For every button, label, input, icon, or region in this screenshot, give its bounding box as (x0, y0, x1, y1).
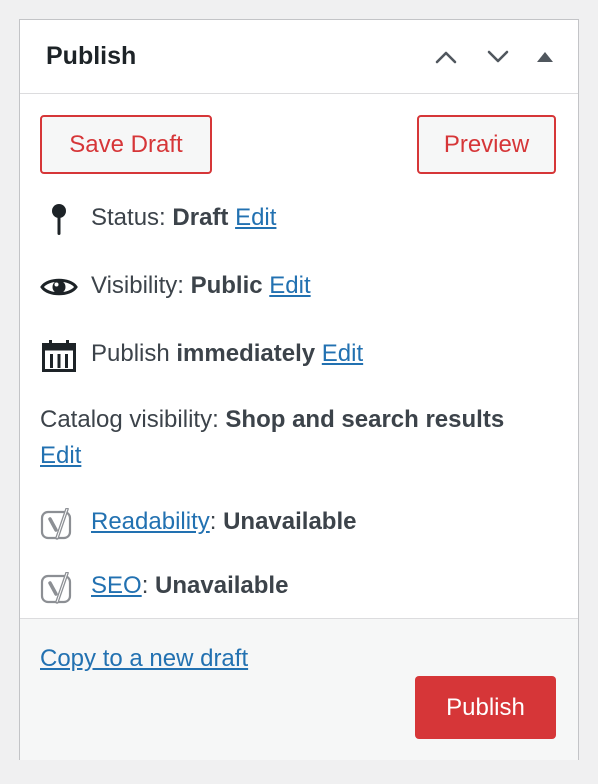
pin-icon (40, 204, 78, 236)
visibility-label: Visibility: (91, 272, 184, 299)
seo-link[interactable]: SEO (91, 572, 142, 599)
preview-button[interactable]: Preview (417, 115, 556, 174)
readability-value: Unavailable (223, 508, 357, 535)
catalog-value: Shop and search results (225, 406, 505, 433)
panel-title: Publish (46, 42, 137, 70)
schedule-value: immediately (176, 340, 316, 367)
schedule-edit-link[interactable]: Edit (322, 340, 363, 367)
chevron-down-icon (487, 50, 509, 63)
publish-footer: Copy to a new draft Publish (20, 618, 578, 760)
copy-to-new-draft-link[interactable]: Copy to a new draft (40, 645, 248, 673)
yoast-icon (40, 572, 76, 604)
status-label: Status: (91, 204, 166, 231)
move-up-button[interactable] (429, 40, 463, 74)
schedule-label: Publish (91, 340, 170, 367)
catalog-edit-link[interactable]: Edit (40, 442, 81, 469)
publish-button[interactable]: Publish (415, 676, 556, 739)
save-draft-button[interactable]: Save Draft (40, 115, 212, 174)
chevron-up-icon (435, 51, 457, 64)
catalog-label: Catalog visibility: (40, 406, 219, 433)
readability-link[interactable]: Readability (91, 508, 210, 535)
publish-panel: Publish Save Draft Preview Status: Draft… (19, 19, 579, 760)
catalog-visibility-row: Catalog visibility: Shop and search resu… (40, 402, 510, 474)
yoast-icon (40, 508, 76, 540)
panel-header: Publish (20, 20, 578, 94)
status-edit-link[interactable]: Edit (235, 204, 276, 231)
visibility-value: Public (190, 272, 263, 299)
move-down-button[interactable] (481, 40, 515, 74)
calendar-icon (40, 340, 78, 372)
seo-separator: : (141, 572, 149, 599)
eye-icon (40, 272, 78, 302)
readability-separator: : (209, 508, 217, 535)
triangle-up-icon (537, 52, 553, 62)
seo-value: Unavailable (155, 572, 289, 599)
visibility-edit-link[interactable]: Edit (269, 272, 310, 299)
status-value: Draft (172, 204, 229, 231)
toggle-panel-button[interactable] (528, 40, 562, 74)
